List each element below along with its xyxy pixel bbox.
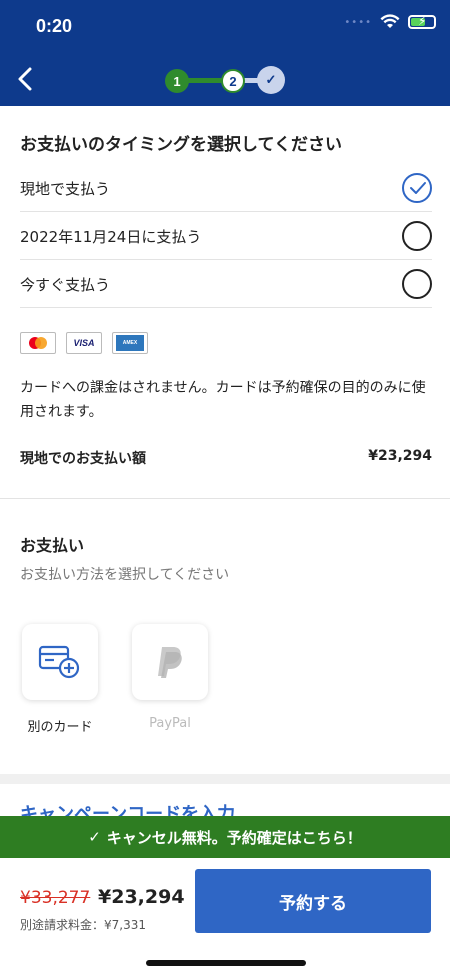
method-other-card[interactable] xyxy=(22,624,98,700)
option-label: 2022年11月24日に支払う xyxy=(20,228,202,246)
onsite-amount-row: 現地でのお支払い額 ¥23,294 xyxy=(20,448,432,468)
progress-stepper: 1 2 ✓ xyxy=(165,66,287,94)
radio-unchecked-icon[interactable] xyxy=(402,221,432,251)
battery-icon: ⚡ xyxy=(408,14,436,29)
option-label: 今すぐ支払う xyxy=(20,276,111,294)
mastercard-icon xyxy=(20,332,56,354)
visa-icon: VISA xyxy=(66,332,102,354)
timing-title: お支払いのタイミングを選択してください xyxy=(20,135,342,155)
step-2: 2 xyxy=(221,69,245,93)
amex-icon: AMEX xyxy=(112,332,148,354)
back-button[interactable] xyxy=(8,62,42,96)
check-icon: ✓ xyxy=(88,828,101,846)
chevron-left-icon xyxy=(18,67,32,91)
radio-unchecked-icon[interactable] xyxy=(402,269,432,299)
section-separator xyxy=(0,774,450,784)
free-cancel-banner[interactable]: ✓ キャンセル無料。予約確定はこちら！ xyxy=(0,816,450,858)
option-label: 現地で支払う xyxy=(20,180,111,198)
wifi-icon xyxy=(380,14,400,28)
payment-title: お支払い xyxy=(20,536,85,555)
timing-option-onsite[interactable]: 現地で支払う xyxy=(20,164,432,212)
top-bar: 0:20 •••• ⚡ 1 2 ✓ xyxy=(0,0,450,106)
original-price: ¥33,277 xyxy=(20,888,91,908)
amount-label: 現地でのお支払い額 xyxy=(20,451,146,467)
accepted-cards: VISA AMEX xyxy=(20,332,148,354)
paypal-icon xyxy=(158,647,182,678)
card-charge-note: カードへの課金はされません。カードは予約確保の目的のみに使用されます。 xyxy=(20,380,426,420)
discounted-price: ¥23,294 xyxy=(98,886,185,908)
method-paypal[interactable] xyxy=(132,624,208,700)
add-card-icon xyxy=(38,645,80,679)
radio-checked-icon[interactable] xyxy=(402,173,432,203)
home-indicator xyxy=(146,960,306,966)
step-3-check: ✓ xyxy=(257,66,285,94)
payment-subtitle: お支払い方法を選択してください xyxy=(20,567,230,583)
campaign-code-link[interactable]: キャンペーンコードを入力 xyxy=(20,800,235,816)
step-1: 1 xyxy=(165,69,189,93)
book-button[interactable]: 予約する xyxy=(195,869,431,933)
status-icons: •••• ⚡ xyxy=(344,14,436,30)
visa-logo-text: VISA xyxy=(73,338,95,348)
step-connector xyxy=(187,78,223,83)
extra-fee: 別途請求料金：¥7,331 xyxy=(20,918,146,932)
checkout-footer: ¥33,277 ¥23,294 別途請求料金：¥7,331 予約する xyxy=(0,858,450,972)
timing-option-now[interactable]: 今すぐ支払う xyxy=(20,260,432,308)
divider xyxy=(0,498,450,499)
timing-option-date[interactable]: 2022年11月24日に支払う xyxy=(20,212,432,260)
method-label: PayPal xyxy=(149,716,191,731)
signal-icon: •••• xyxy=(344,16,372,28)
banner-text: キャンセル無料。予約確定はこちら！ xyxy=(106,828,362,847)
status-time: 0:20 xyxy=(36,16,73,36)
method-label: 別のカード xyxy=(27,720,93,735)
amount-value: ¥23,294 xyxy=(368,448,432,464)
